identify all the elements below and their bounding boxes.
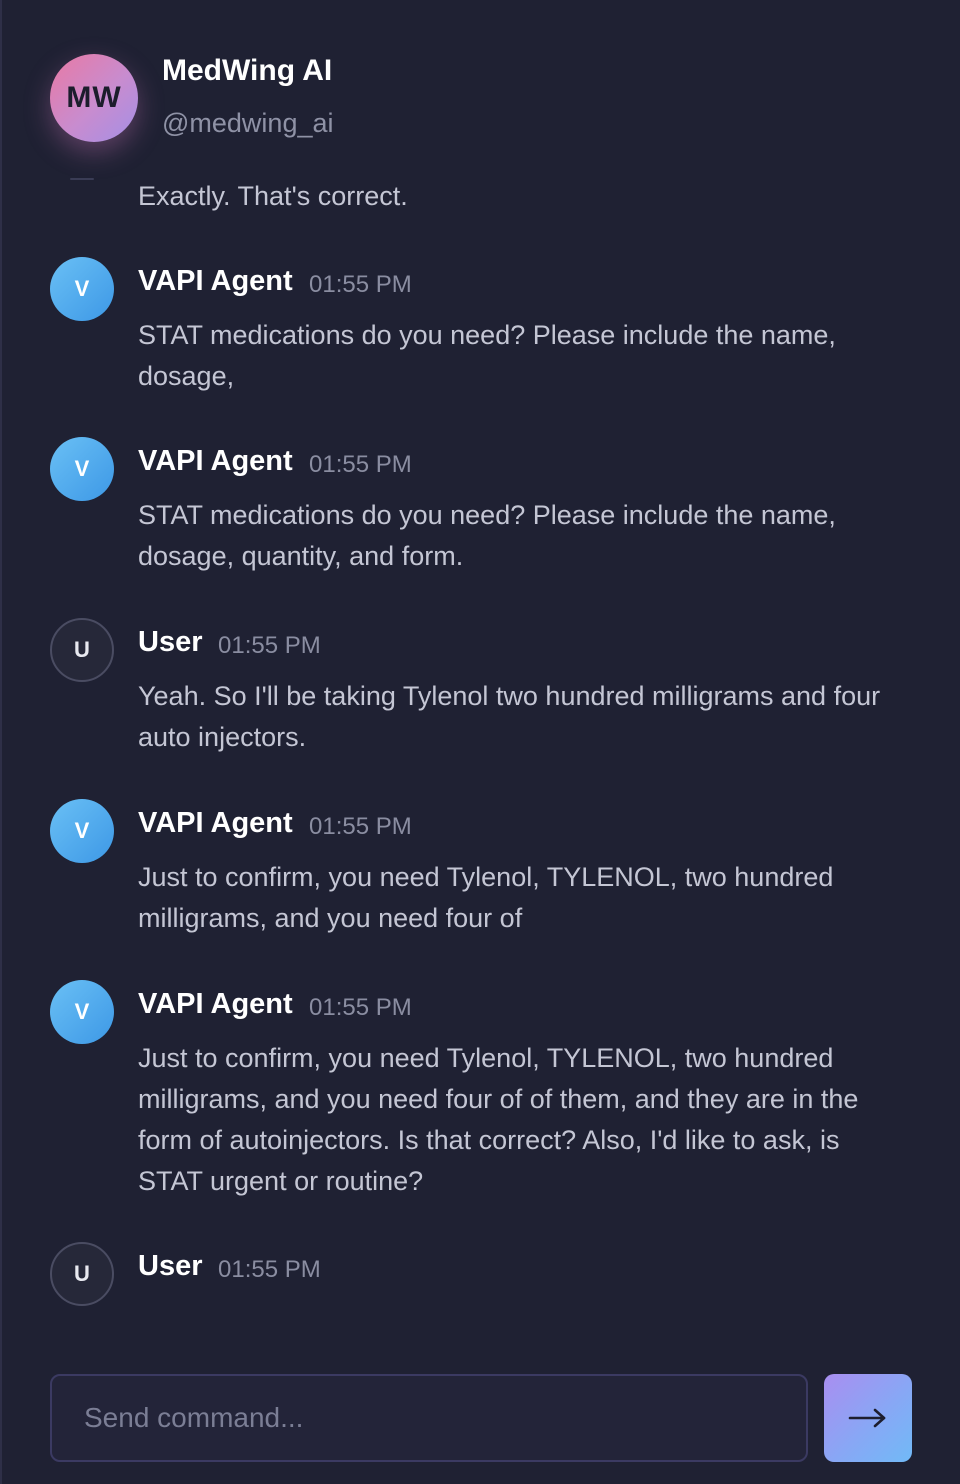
- sender-name: User: [138, 1250, 203, 1282]
- message-time: 01:55 PM: [218, 1256, 321, 1283]
- message-time: 01:55 PM: [309, 271, 412, 298]
- sender-name: VAPI Agent: [138, 807, 293, 839]
- clipped-avatar: [70, 178, 94, 180]
- sender-avatar: V: [50, 257, 114, 321]
- sender-avatar: V: [50, 799, 114, 863]
- message-time: 01:55 PM: [309, 813, 412, 840]
- sender-name: VAPI Agent: [138, 988, 293, 1020]
- send-button[interactable]: [824, 1374, 912, 1462]
- sender-avatar: U: [50, 618, 114, 682]
- panel-border: [0, 0, 2, 1484]
- sender-avatar: V: [50, 980, 114, 1044]
- partial-message-text: Exactly. That's correct.: [138, 181, 408, 211]
- assistant-name: MedWing AI: [162, 54, 333, 87]
- message-text: STAT medications do you need? Please inc…: [138, 500, 836, 571]
- message-time: 01:55 PM: [218, 632, 321, 659]
- message-text: STAT medications do you need? Please inc…: [138, 320, 836, 391]
- sender-name: VAPI Agent: [138, 445, 293, 477]
- sender-avatar: V: [50, 437, 114, 501]
- message-time: 01:55 PM: [309, 994, 412, 1021]
- sender-name: VAPI Agent: [138, 265, 293, 297]
- message-time: 01:55 PM: [309, 451, 412, 478]
- chat-header: MW MedWing AI @medwing_ai: [50, 54, 910, 144]
- assistant-avatar: MW: [50, 54, 138, 142]
- arrow-right-icon: [848, 1408, 886, 1428]
- message-text: Yeah. So I'll be taking Tylenol two hund…: [138, 681, 881, 752]
- message-text: Just to confirm, you need Tylenol, TYLEN…: [138, 862, 834, 933]
- sender-avatar: U: [50, 1242, 114, 1306]
- assistant-handle: @medwing_ai: [162, 108, 334, 138]
- command-input[interactable]: [50, 1374, 808, 1462]
- sender-name: User: [138, 626, 203, 658]
- message-text: Just to confirm, you need Tylenol, TYLEN…: [138, 1043, 859, 1196]
